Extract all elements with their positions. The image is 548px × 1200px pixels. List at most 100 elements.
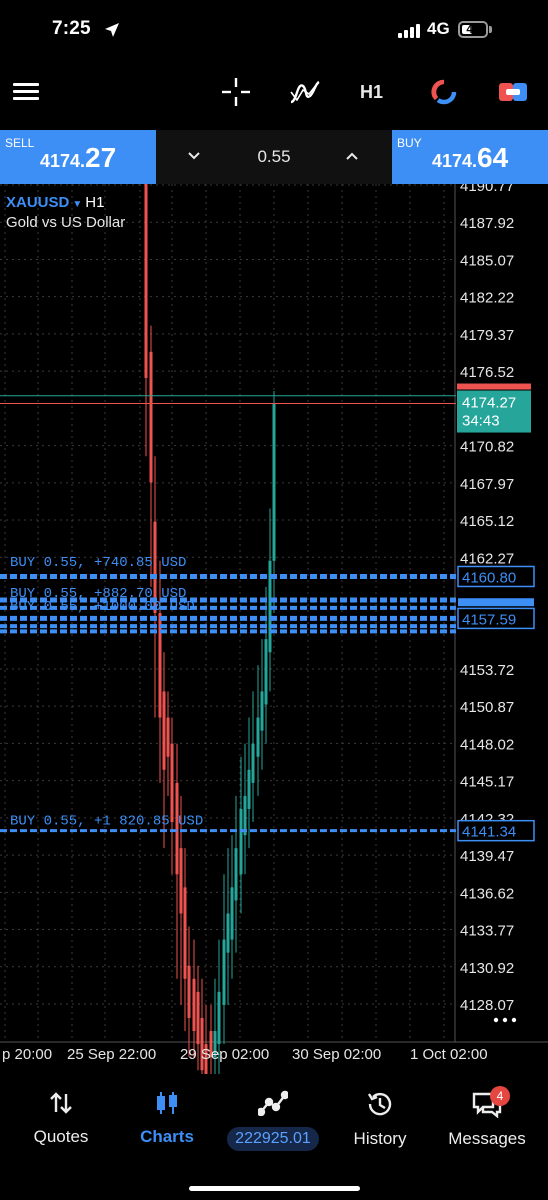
trade-icon [256,1090,290,1117]
buy-label: BUY [397,136,422,150]
candle-body [264,639,268,705]
nav-charts[interactable]: Charts [112,1090,222,1147]
buy-price: 4174.64 [432,142,509,173]
candle-body [183,887,187,979]
chart-symbol[interactable]: XAUUSD ▼ H1 [6,194,104,211]
time-tick-label: 29 Sep 02:00 [180,1046,269,1063]
history-icon [367,1092,392,1116]
network-type: 4G [427,19,450,38]
order-price-label: 4160.80 [462,569,516,586]
nav-messages[interactable]: 4 Messages [432,1086,542,1149]
chart-toolbar: H1 [0,62,548,126]
battery-icon: 40 [458,21,488,38]
sell-price: 4174.27 [40,142,117,173]
price-tick-label: 4136.62 [460,885,514,902]
crosshair-icon [222,78,250,106]
nav-history[interactable]: History [325,1090,435,1149]
candle-body [149,351,153,483]
price-tick-label: 4145.17 [460,774,514,791]
menu-button[interactable] [10,74,44,110]
candle-body [187,965,191,1018]
time-tick-label: 30 Sep 02:00 [292,1046,381,1063]
candle-body [166,717,170,757]
chart-description: Gold vs US Dollar [6,214,126,231]
order-price-label: 4157.59 [462,611,516,628]
order-price-box [458,598,534,607]
chevron-up-icon[interactable] [344,148,360,164]
bid-price-marker [457,383,531,390]
price-tick-label: 4133.77 [460,923,514,940]
candle-body [226,913,230,953]
candle-body [260,691,264,731]
candle-body [170,743,174,823]
one-click-trading-button[interactable] [497,74,529,110]
status-bar: 7:25 4G 40 [0,0,548,62]
order-label: BUY 0.55, +1 820.85 USD [10,813,203,829]
candle-body [222,939,226,1005]
timeframe-button[interactable]: H1 [360,82,383,103]
price-tick-label: 4176.52 [460,364,514,381]
candle-body [144,184,148,378]
battery-level-text: 40 [466,22,480,36]
more-options-icon [502,1017,508,1023]
more-options-icon [511,1017,517,1023]
time-tick-label: 25 Sep 22:00 [67,1046,156,1063]
candle-body [251,743,255,783]
price-tick-label: 4130.92 [460,960,514,977]
price-tick-label: 4182.22 [460,290,514,307]
bottom-navigation: Quotes Charts 222925.01 History 4 Messag… [0,1082,548,1200]
indicators-icon [290,80,320,104]
price-tick-label: 4187.92 [460,215,514,232]
location-arrow-icon [105,23,119,37]
time-tick-label: p 20:00 [2,1046,52,1063]
price-tick-label: 4179.37 [460,327,514,344]
nav-trade[interactable]: 222925.01 [218,1090,328,1151]
nav-quotes[interactable]: Quotes [6,1090,116,1147]
candle-body [217,991,221,1045]
menu-icon [13,83,39,100]
more-options-icon [493,1017,499,1023]
candle-body [239,808,243,875]
candle-body [162,691,166,770]
price-tick-label: 4190.77 [460,184,514,195]
candle-body [234,848,238,901]
battery-tip [489,26,492,33]
messages-badge: 4 [490,1086,510,1106]
crosshair-button[interactable] [220,74,252,110]
price-tick-label: 4150.87 [460,699,514,716]
quotes-icon [50,1092,72,1114]
price-tick-label: 4167.97 [460,476,514,493]
one-click-trading-icon [499,83,527,101]
buy-button[interactable]: BUY 4174.64 [392,130,548,184]
order-label: BUY 0.55, +740.85 USD [10,555,186,571]
current-price-label: 4174.27 [462,395,516,412]
indicators-button[interactable] [288,74,322,110]
price-tick-label: 4139.47 [460,848,514,865]
candle-body [196,991,200,1045]
candle-body [247,769,251,809]
candle-body [179,848,183,914]
color-scheme-button[interactable] [428,74,460,110]
price-tick-label: 4153.72 [460,662,514,679]
volume-stepper: 0.55 [156,130,392,184]
candle-body [256,717,260,757]
charts-icon [157,1092,177,1114]
account-balance: 222925.01 [227,1127,319,1151]
candle-body [230,887,234,940]
time-tick-label: 1 Oct 02:00 [410,1046,488,1063]
price-chart[interactable]: 4190.77 4187.92 4185.07 4182.22 4179.37 4176.… [0,184,548,1074]
one-click-trade-panel: SELL 4174.27 0.55 BUY 4174.64 [0,130,548,184]
sell-label: SELL [5,136,35,150]
color-scheme-icon [431,79,457,105]
candle-body [158,613,162,718]
status-time: 7:25 [52,18,91,39]
price-tick-label: 4165.12 [460,513,514,530]
price-tick-label: 4170.82 [460,439,514,456]
candle-body [192,978,196,1032]
signal-icon [398,24,420,38]
sell-button[interactable]: SELL 4174.27 [0,130,156,184]
price-tick-label: 4148.02 [460,736,514,753]
home-indicator [189,1186,360,1191]
price-tick-label: 4128.07 [460,997,514,1014]
price-tick-label: 4185.07 [460,252,514,269]
